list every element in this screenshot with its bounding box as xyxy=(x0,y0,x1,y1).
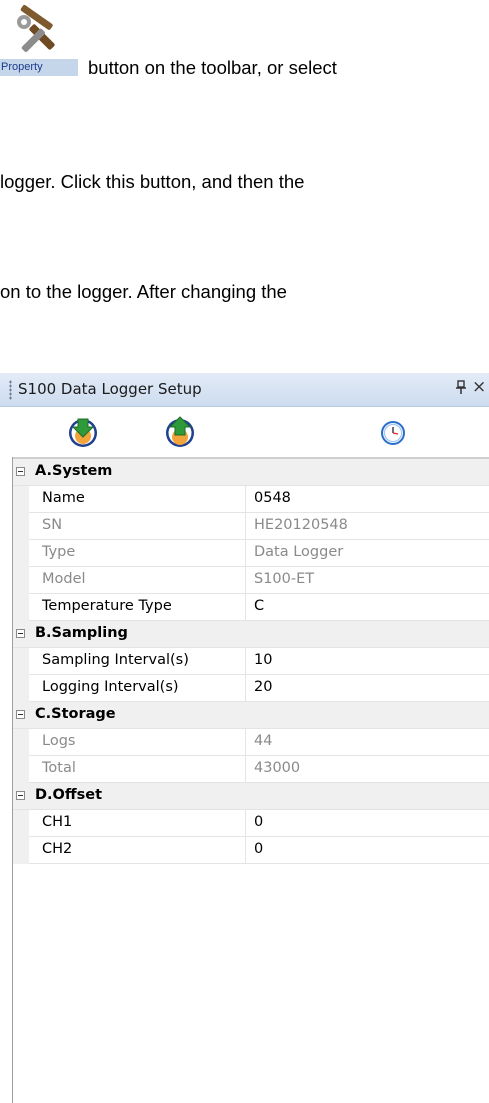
category-header[interactable]: C.Storage xyxy=(13,702,489,729)
document-text-line: on to the logger. After changing the xyxy=(0,281,287,302)
panel-title: S100 Data Logger Setup xyxy=(18,380,202,398)
collapse-toggle-icon[interactable] xyxy=(16,629,25,638)
property-value[interactable]: 10 xyxy=(254,652,272,668)
category-header[interactable]: A.System xyxy=(13,459,489,486)
panel-toolbar xyxy=(12,407,489,457)
setup-panel: S100 Data Logger Setup × A.System Name 0… xyxy=(0,373,489,1103)
column-divider xyxy=(245,675,246,702)
document-text-line: button on the toolbar, or select xyxy=(88,57,337,78)
property-row[interactable]: Logs 44 xyxy=(13,729,489,756)
row-gutter xyxy=(13,513,29,540)
row-gutter xyxy=(13,540,29,567)
row-gutter xyxy=(13,648,29,675)
clock-icon xyxy=(381,421,405,445)
row-gutter xyxy=(13,594,29,621)
row-gutter xyxy=(13,837,29,864)
row-gutter xyxy=(13,729,29,756)
panel-titlebar[interactable]: S100 Data Logger Setup × xyxy=(0,373,489,407)
property-value[interactable]: 20 xyxy=(254,679,272,695)
property-row[interactable]: CH1 0 xyxy=(13,810,489,837)
close-icon[interactable]: × xyxy=(472,377,486,397)
property-name: Logging Interval(s) xyxy=(42,679,179,695)
property-name: SN xyxy=(42,517,63,533)
column-divider xyxy=(245,513,246,540)
property-value: 43000 xyxy=(254,760,301,776)
collapse-toggle-icon[interactable] xyxy=(16,791,25,800)
column-divider xyxy=(245,540,246,567)
row-gutter xyxy=(13,756,29,783)
property-row[interactable]: Temperature Type C xyxy=(13,594,489,621)
property-grid: A.System Name 0548 SN HE20120548 Type Data Log… xyxy=(12,457,489,1103)
property-row[interactable]: Logging Interval(s) 20 xyxy=(13,675,489,702)
property-value: 44 xyxy=(254,733,273,749)
collapse-toggle-icon[interactable] xyxy=(16,710,25,719)
category-header[interactable]: B.Sampling xyxy=(13,621,489,648)
property-name: Logs xyxy=(42,733,76,749)
drag-grip-icon[interactable] xyxy=(9,380,12,400)
category-label: D.Offset xyxy=(35,787,103,803)
property-name: Sampling Interval(s) xyxy=(42,652,189,668)
property-row[interactable]: Sampling Interval(s) 10 xyxy=(13,648,489,675)
property-row[interactable]: CH2 0 xyxy=(13,837,489,864)
category-label: A.System xyxy=(35,463,113,479)
category-label: C.Storage xyxy=(35,706,116,722)
property-value[interactable]: 0548 xyxy=(254,490,291,506)
column-divider xyxy=(245,567,246,594)
property-value: Data Logger xyxy=(254,544,344,560)
row-gutter xyxy=(13,486,29,513)
property-value[interactable]: 0 xyxy=(254,841,263,857)
column-divider xyxy=(245,756,246,783)
column-divider xyxy=(245,837,246,864)
upload-arrow-icon xyxy=(166,416,194,447)
property-button[interactable]: Property xyxy=(0,0,78,77)
column-divider xyxy=(245,810,246,837)
download-button[interactable] xyxy=(67,415,99,449)
property-row[interactable]: Model S100-ET xyxy=(13,567,489,594)
column-divider xyxy=(245,486,246,513)
category-label: B.Sampling xyxy=(35,625,128,641)
property-row[interactable]: Total 43000 xyxy=(13,756,489,783)
property-name: Name xyxy=(42,490,85,506)
row-gutter xyxy=(13,675,29,702)
download-arrow-icon xyxy=(69,418,97,447)
property-row[interactable]: Name 0548 xyxy=(13,486,489,513)
category-header[interactable]: D.Offset xyxy=(13,783,489,810)
pin-icon[interactable] xyxy=(456,380,466,398)
row-gutter xyxy=(13,810,29,837)
property-name: CH2 xyxy=(42,841,73,857)
column-divider xyxy=(245,648,246,675)
property-value[interactable]: C xyxy=(254,598,264,614)
property-row[interactable]: Type Data Logger xyxy=(13,540,489,567)
property-name: Total xyxy=(42,760,76,776)
sync-time-button[interactable] xyxy=(377,415,409,449)
property-value: S100-ET xyxy=(254,571,315,587)
column-divider xyxy=(245,594,246,621)
property-name: Temperature Type xyxy=(42,598,172,614)
tools-icon xyxy=(0,0,78,60)
document-text-line: logger. Click this button, and then the xyxy=(0,171,305,192)
row-gutter xyxy=(13,567,29,594)
property-value: HE20120548 xyxy=(254,517,348,533)
property-value[interactable]: 0 xyxy=(254,814,263,830)
property-name: Type xyxy=(42,544,76,560)
column-divider xyxy=(245,729,246,756)
upload-button[interactable] xyxy=(164,415,196,449)
collapse-toggle-icon[interactable] xyxy=(16,467,25,476)
property-name: Model xyxy=(42,571,86,587)
property-row[interactable]: SN HE20120548 xyxy=(13,513,489,540)
property-name: CH1 xyxy=(42,814,73,830)
property-button-label: Property xyxy=(0,59,78,76)
